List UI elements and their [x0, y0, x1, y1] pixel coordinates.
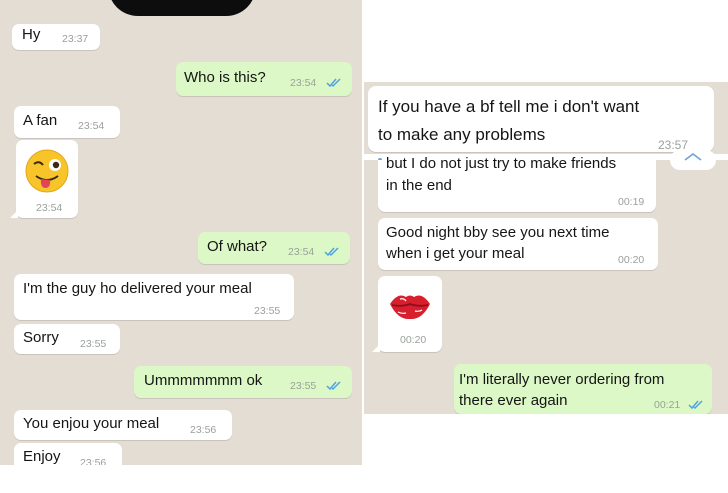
left-chat-screenshot: Hy 23:37 Who is this? 23:54 A fan 23:54 … [0, 0, 362, 465]
emoji-message-bubble[interactable]: 00:20 [372, 276, 442, 352]
message-time: 00:20 [618, 254, 645, 266]
message-text-line2: there ever again [459, 392, 568, 409]
message-text: A fan [23, 112, 58, 129]
kiss-lips-emoji-icon [390, 295, 430, 320]
message-time: 23:55 [290, 380, 317, 392]
message-text-line1: If you have a bf tell me i don't want [378, 97, 640, 116]
message-text: Who is this? [184, 69, 266, 86]
message-text: Hy [22, 26, 41, 43]
message-time: 23:54 [36, 202, 63, 214]
message-text: Of what? [207, 238, 268, 255]
message-bubble-outgoing[interactable]: Who is this? 23:54 [176, 62, 352, 96]
message-text: Sorry [23, 329, 59, 346]
message-text-line2: when i get your meal [386, 245, 525, 262]
message-bubble-incoming[interactable]: Enjoy 23:56 [14, 443, 122, 465]
message-time: 23:56 [80, 457, 107, 465]
message-time: 23:37 [62, 33, 89, 45]
message-time: 23:54 [78, 120, 105, 132]
message-bubble-incoming[interactable]: Hy 23:37 [12, 24, 100, 50]
message-text: Ummmmmmm ok [144, 372, 263, 389]
message-bubble-outgoing[interactable]: Of what? 23:54 [198, 232, 350, 264]
message-bubble-incoming[interactable]: A fan 23:54 [14, 106, 120, 138]
read-receipt-icon [326, 78, 341, 88]
message-time: 23:56 [190, 424, 217, 436]
message-text-line1: I'm literally never ordering from [459, 371, 665, 388]
message-text-line2: in the end [386, 177, 452, 194]
message-bubble-outgoing[interactable]: I'm literally never ordering from there … [454, 364, 712, 414]
message-time: 00:20 [400, 334, 427, 346]
emoji-message-bubble[interactable]: 23:54 [10, 140, 78, 218]
message-text-line1: Good night bby see you next time [386, 224, 610, 241]
message-time: 23:55 [254, 305, 281, 317]
winking-tongue-emoji-icon [25, 149, 69, 193]
read-receipt-icon [688, 400, 703, 410]
message-text: I'm the guy ho delivered your meal [23, 280, 252, 297]
message-bubble-incoming[interactable]: Good night bby see you next time when i … [378, 218, 658, 270]
right-chat-screenshot: If you have a bf tell me i don't want to… [364, 82, 728, 414]
message-text: You enjou your meal [23, 415, 160, 432]
message-text: Enjoy [23, 448, 61, 465]
message-bubble-incoming[interactable]: Sorry 23:55 [14, 324, 120, 354]
message-text-line1: but I do not just try to make friends [386, 155, 617, 172]
message-bubble-outgoing[interactable]: Ummmmmmm ok 23:55 [134, 366, 352, 398]
phone-notch [108, 0, 256, 16]
message-bubble-incoming[interactable]: I'm the guy ho delivered your meal 23:55 [14, 274, 294, 320]
message-time: 23:54 [290, 77, 317, 89]
message-time: 00:21 [654, 399, 681, 411]
read-receipt-icon [324, 247, 339, 257]
message-bubble-incoming[interactable]: You enjou your meal 23:56 [14, 410, 232, 440]
message-time: 00:19 [618, 196, 645, 208]
scroll-down-button[interactable] [670, 150, 716, 170]
message-text-line2: to make any problems [378, 125, 546, 144]
message-time: 23:55 [80, 338, 107, 350]
message-time: 23:54 [288, 246, 315, 258]
read-receipt-icon [326, 381, 341, 391]
message-bubble-incoming[interactable]: If you have a bf tell me i don't want to… [368, 86, 714, 152]
message-bubble-incoming[interactable]: but I do not just try to make friends in… [378, 155, 656, 212]
chevron-up-icon [684, 153, 702, 161]
